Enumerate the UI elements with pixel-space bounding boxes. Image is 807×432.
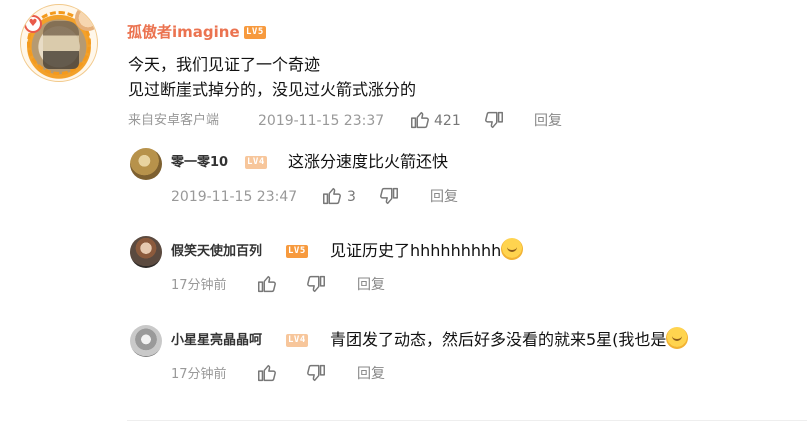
avatar-pendant bbox=[75, 5, 97, 31]
reply-text-body: 见证历史了hhhhhhhhh bbox=[330, 241, 502, 260]
reply-button[interactable]: 回复 bbox=[357, 276, 385, 294]
reply-button[interactable]: 回复 bbox=[534, 112, 562, 130]
laughing-crying-emoji-icon bbox=[666, 327, 689, 349]
level-badge: LV4 bbox=[245, 156, 267, 169]
avatar-figure bbox=[43, 21, 79, 69]
reply-timestamp: 17分钟前 bbox=[171, 278, 227, 293]
thumbs-up-icon[interactable] bbox=[409, 109, 431, 131]
level-badge: LV4 bbox=[286, 334, 308, 347]
avatar[interactable] bbox=[130, 325, 162, 357]
like-count: 421 bbox=[434, 113, 461, 129]
thumbs-up-icon[interactable] bbox=[321, 185, 343, 207]
thumbs-down-icon[interactable] bbox=[305, 273, 327, 295]
comment-timestamp: 2019-11-15 23:37 bbox=[258, 113, 385, 129]
thumbs-up-icon[interactable] bbox=[256, 362, 278, 384]
heart-icon: ♥ bbox=[24, 15, 42, 33]
divider bbox=[127, 420, 807, 421]
reply-text: 青团发了动态，然后好多没看的就来5星(我也是 bbox=[330, 327, 689, 352]
comment-source: 来自安卓客户端 bbox=[128, 113, 220, 128]
reply-text-body: 青团发了动态，然后好多没看的就来5星(我也是 bbox=[330, 330, 667, 349]
level-badge: LV5 bbox=[286, 245, 308, 258]
thumbs-down-icon[interactable] bbox=[378, 185, 400, 207]
comment-text-line-1: 今天，我们见证了一个奇迹 bbox=[128, 55, 321, 74]
reply-username[interactable]: 假笑天使加百列 bbox=[171, 243, 262, 261]
thumbs-down-icon[interactable] bbox=[305, 362, 327, 384]
reply-button[interactable]: 回复 bbox=[357, 365, 385, 383]
thumbs-up-icon[interactable] bbox=[256, 273, 278, 295]
reply-timestamp: 2019-11-15 23:47 bbox=[171, 189, 298, 205]
level-badge: LV5 bbox=[244, 26, 266, 39]
avatar[interactable] bbox=[130, 236, 162, 268]
main-commenter-avatar[interactable]: ♥ bbox=[20, 4, 98, 82]
comment-text-line-2: 见过断崖式掉分的，没见过火箭式涨分的 bbox=[128, 80, 417, 99]
reply-username[interactable]: 小星星亮晶晶呵 bbox=[171, 332, 262, 350]
laughing-crying-emoji-icon bbox=[501, 238, 524, 260]
avatar[interactable] bbox=[130, 148, 162, 180]
thumbs-down-icon[interactable] bbox=[483, 109, 505, 131]
like-count: 3 bbox=[347, 189, 356, 205]
reply-timestamp: 17分钟前 bbox=[171, 367, 227, 382]
reply-username[interactable]: 零一零10 bbox=[171, 154, 228, 172]
reply-button[interactable]: 回复 bbox=[430, 188, 458, 206]
reply-text: 这涨分速度比火箭还快 bbox=[288, 152, 449, 171]
main-commenter-username[interactable]: 孤傲者imagine bbox=[127, 22, 240, 42]
reply-text: 见证历史了hhhhhhhhh bbox=[330, 238, 524, 263]
